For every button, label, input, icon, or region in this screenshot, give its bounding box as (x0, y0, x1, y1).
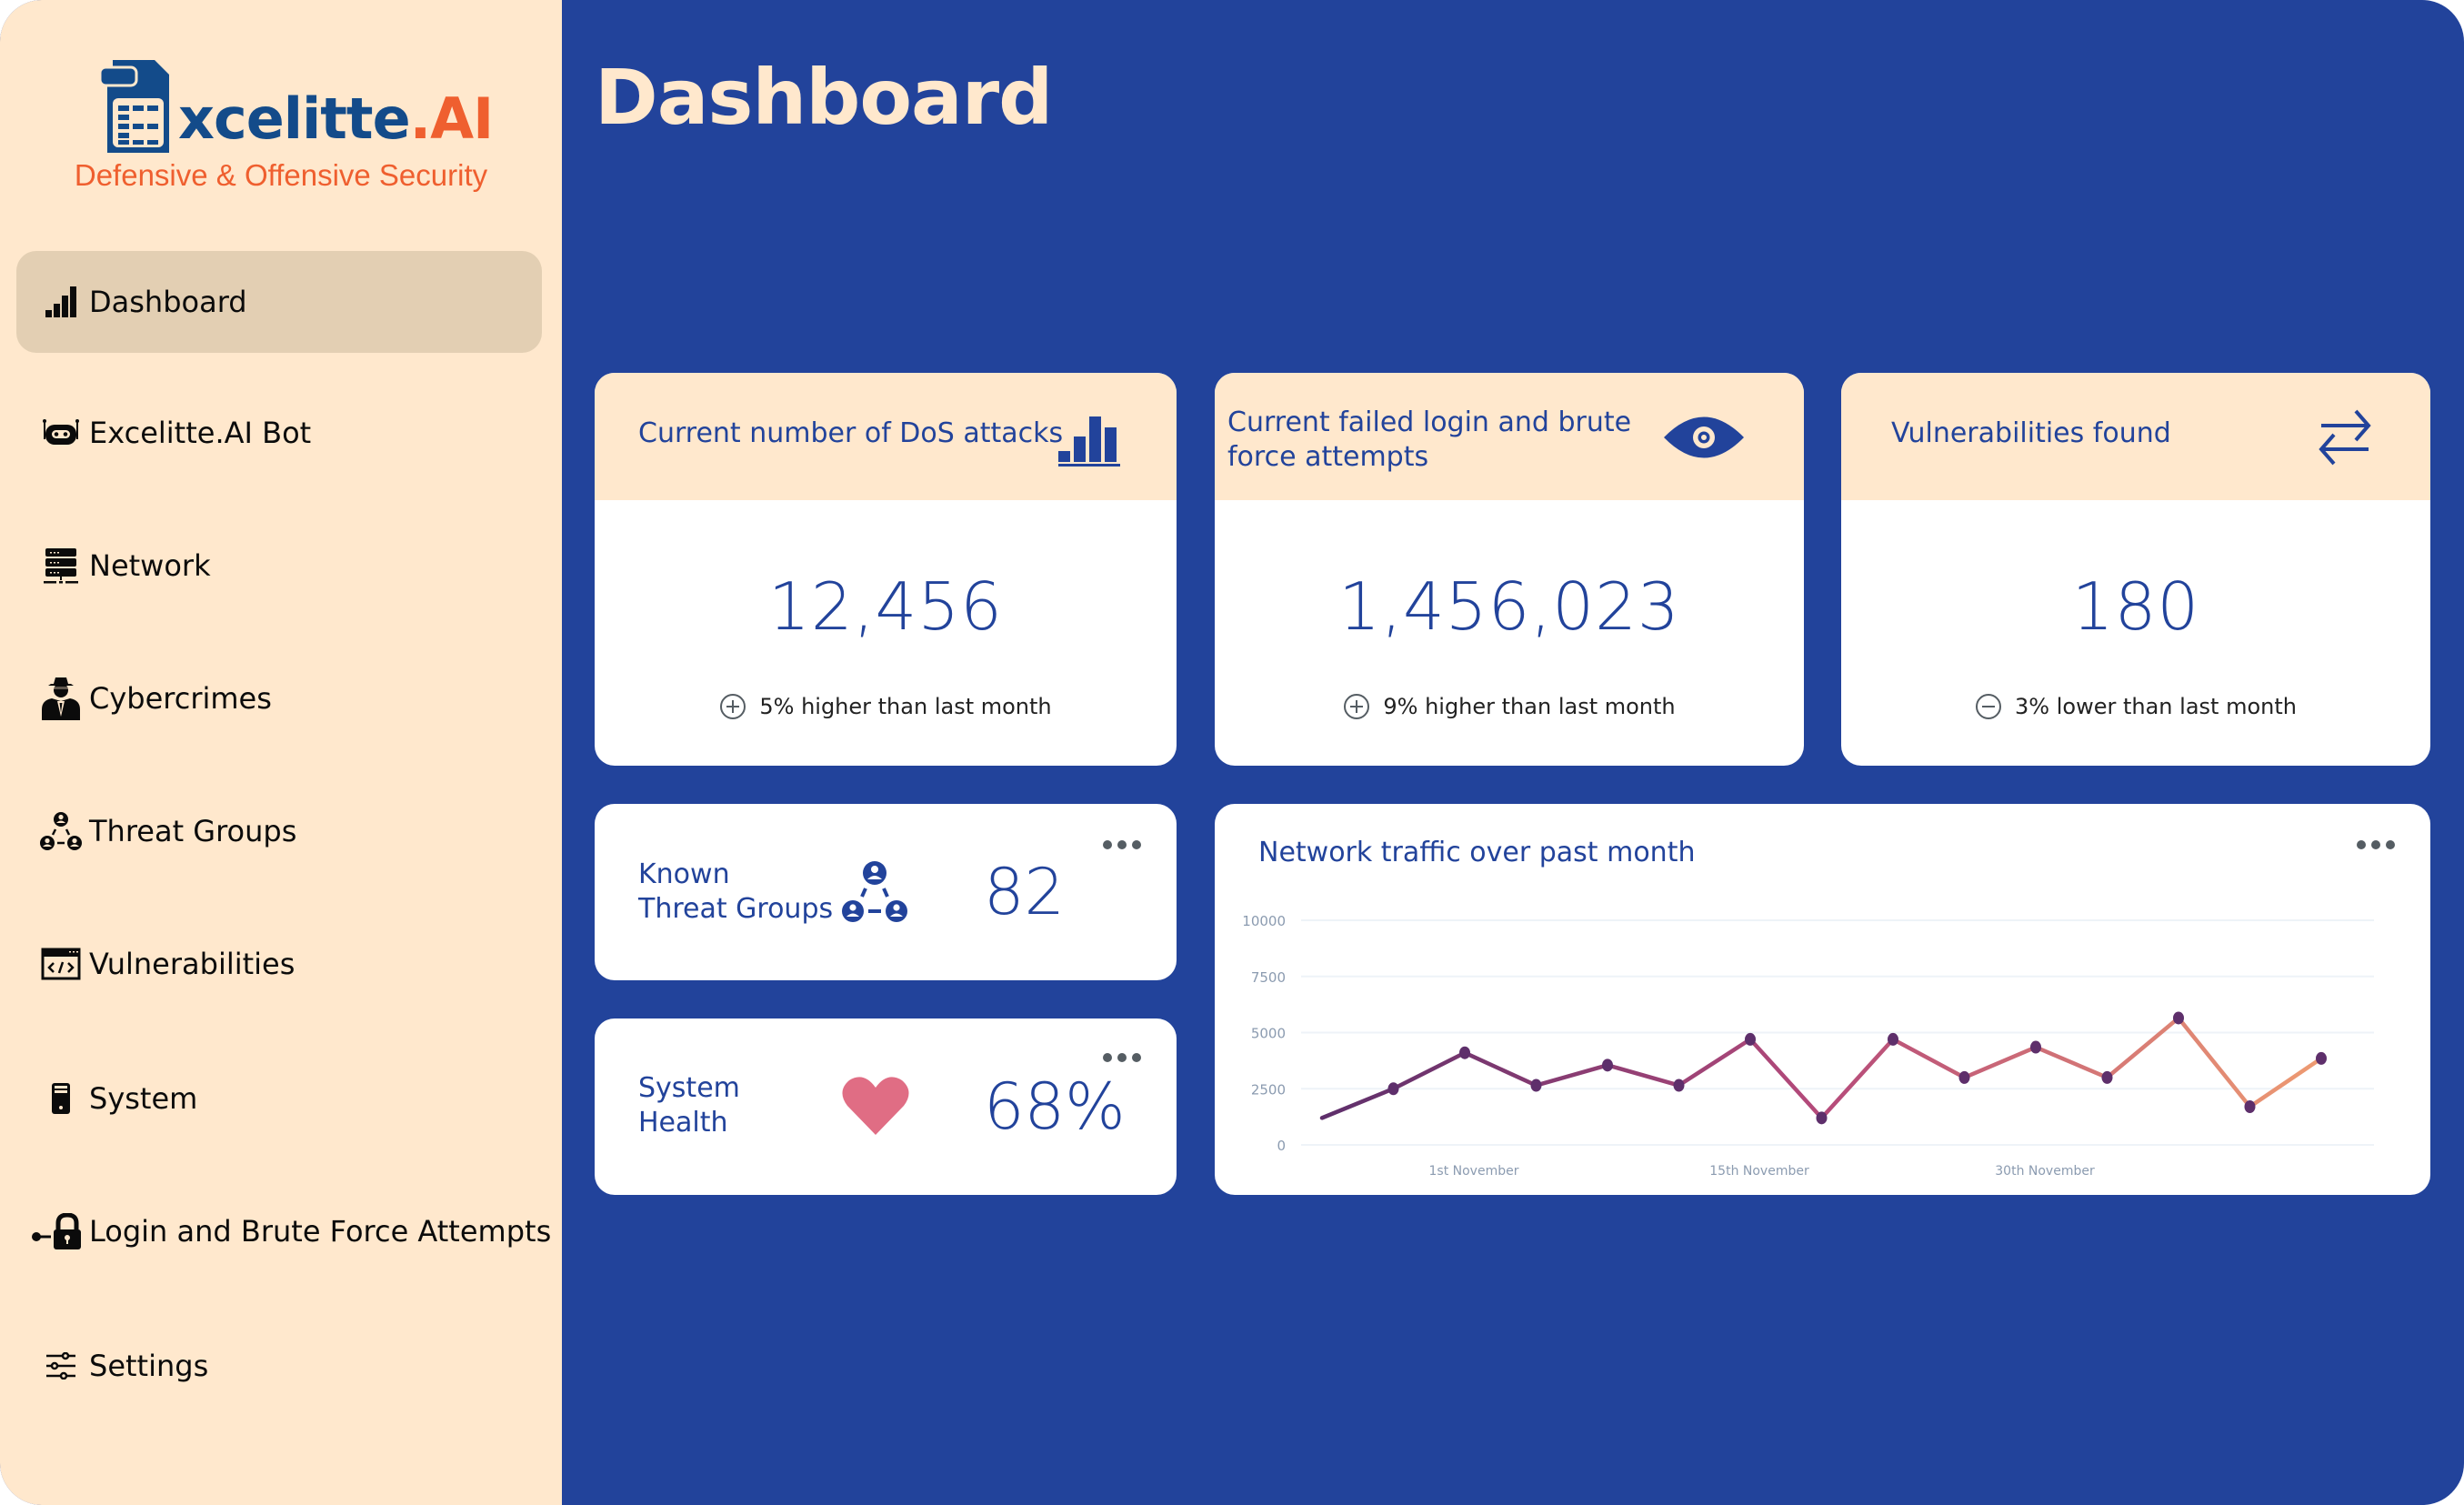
data-point[interactable] (1387, 1082, 1399, 1096)
sidebar-item-label: Login and Brute Force Attempts (89, 1214, 552, 1249)
plus-circle-icon (1344, 694, 1370, 719)
data-point[interactable] (2101, 1070, 2113, 1084)
data-point[interactable] (1530, 1079, 1542, 1092)
system-health-value: 68% (984, 1069, 1126, 1144)
data-point[interactable] (1888, 1032, 1898, 1046)
brand-name: xcelitte.AI (178, 85, 495, 152)
y-tick-label: 2500 (1251, 1081, 1286, 1098)
brand-tagline: Defensive & Offensive Security (74, 158, 488, 192)
sidebar-item-dashboard[interactable]: Dashboard (16, 251, 542, 353)
hacker-icon (36, 674, 85, 723)
sidebar-item-system[interactable]: System (16, 1048, 542, 1149)
system-health-label-line1: System (638, 1072, 740, 1104)
page-title: Dashboard (595, 53, 1053, 142)
sidebar-item-login-brute-force[interactable]: Login and Brute Force Attempts (16, 1180, 551, 1282)
sidebar-item-label: Threat Groups (89, 814, 297, 848)
delta-text: 3% lower than last month (2015, 694, 2297, 719)
threat-groups-label: Known Threat Groups (638, 858, 833, 927)
brand-name-main: xcelitte (178, 85, 411, 152)
stat-card-failed-logins: Current failed login and brute force att… (1215, 373, 1804, 766)
brand-name-suffix: .AI (409, 85, 495, 152)
x-tick-label: 15th November (1709, 1164, 1809, 1179)
x-tick-label: 1st November (1429, 1164, 1519, 1179)
sidebar-item-label: Settings (89, 1349, 209, 1383)
delta-indicator: 3% lower than last month (1841, 693, 2430, 720)
swap-arrows-icon (2319, 409, 2371, 466)
card-title-line1: Current failed login and brute (1227, 406, 1632, 438)
code-window-icon (36, 939, 85, 988)
more-options-icon[interactable] (1102, 838, 1142, 851)
sidebar-item-label: Vulnerabilities (89, 947, 295, 981)
group-network-icon (842, 861, 907, 922)
data-point[interactable] (1958, 1070, 1970, 1084)
data-point[interactable] (2030, 1040, 2041, 1054)
data-point[interactable] (1745, 1032, 1756, 1046)
x-tick-label: 30th November (1995, 1164, 2095, 1179)
y-tick-label: 5000 (1251, 1026, 1286, 1042)
data-point[interactable] (1602, 1059, 1613, 1072)
group-network-icon (36, 807, 85, 856)
computer-tower-icon (36, 1074, 85, 1123)
server-network-icon (36, 541, 85, 590)
sidebar-item-vulnerabilities[interactable]: Vulnerabilities (16, 913, 542, 1015)
spreadsheet-logo-icon (100, 60, 169, 153)
data-point[interactable] (2173, 1011, 2184, 1025)
bar-chart-icon (1058, 416, 1120, 467)
vulnerabilities-value: 180 (2071, 568, 2200, 645)
threat-groups-card: Known Threat Groups 82 (595, 804, 1177, 980)
y-tick-label: 0 (1277, 1138, 1286, 1154)
delta-text: 5% higher than last month (759, 694, 1052, 719)
sidebar: xcelitte.AI Defensive & Offensive Securi… (0, 0, 562, 1505)
data-point[interactable] (2244, 1100, 2256, 1114)
network-traffic-card: Network traffic over past month 0 2500 500… (1215, 804, 2430, 1195)
threat-groups-label-line2: Threat Groups (638, 893, 834, 925)
sidebar-item-label: System (89, 1081, 198, 1116)
sidebar-item-label: Network (89, 548, 211, 583)
app-window: xcelitte.AI Defensive & Offensive Securi… (0, 0, 2464, 1505)
eye-icon (1664, 416, 1744, 458)
y-tick-label: 7500 (1251, 969, 1286, 986)
sidebar-item-settings[interactable]: Settings (16, 1315, 542, 1417)
threat-groups-value: 82 (984, 855, 1066, 929)
system-health-label: System Health (638, 1071, 740, 1140)
card-title-line2: force attempts (1227, 441, 1429, 473)
heart-icon (842, 1077, 909, 1135)
system-health-label-line2: Health (638, 1107, 728, 1139)
delta-indicator: 5% higher than last month (595, 693, 1177, 720)
bar-chart-icon (36, 277, 85, 326)
system-health-card: System Health 68% (595, 1018, 1177, 1195)
data-point[interactable] (1673, 1079, 1685, 1092)
sidebar-item-label: Dashboard (89, 285, 247, 319)
delta-indicator: 9% higher than last month (1215, 693, 1804, 720)
card-title: Current number of DoS attacks (638, 417, 1064, 449)
sidebar-item-label: Cybercrimes (89, 681, 272, 716)
stat-card-dos-attacks: Current number of DoS attacks 12,456 5% … (595, 373, 1177, 766)
y-tick-label: 10000 (1242, 913, 1286, 929)
sidebar-item-bot[interactable]: Excelitte.AI Bot (16, 382, 542, 484)
minus-circle-icon (1976, 694, 2002, 719)
delta-text: 9% higher than last month (1383, 694, 1676, 719)
failed-logins-value: 1,456,023 (1338, 568, 1680, 645)
threat-groups-label-line1: Known (638, 858, 730, 890)
sidebar-item-cybercrimes[interactable]: Cybercrimes (16, 647, 542, 749)
card-title: Vulnerabilities found (1891, 417, 2171, 449)
brand-logo[interactable]: xcelitte.AI (100, 58, 494, 158)
sidebar-item-threat-groups[interactable]: Threat Groups (16, 780, 542, 882)
key-lock-icon (24, 1207, 89, 1256)
more-options-icon[interactable] (1102, 1051, 1142, 1064)
line-chart: 0 2500 5000 7500 10000 1st November 15th Nove… (1242, 913, 2374, 1179)
data-point[interactable] (2316, 1051, 2327, 1065)
sidebar-item-label: Excelitte.AI Bot (89, 416, 312, 450)
data-point[interactable] (1459, 1046, 1470, 1059)
sliders-icon (36, 1341, 85, 1390)
robot-icon (36, 408, 85, 457)
dos-attacks-value: 12,456 (768, 568, 1003, 645)
stat-card-vulnerabilities: Vulnerabilities found 180 3% lower than … (1841, 373, 2430, 766)
data-point[interactable] (1816, 1111, 1828, 1125)
sidebar-item-network[interactable]: Network (16, 515, 542, 617)
card-title: Current failed login and brute force att… (1227, 406, 1631, 475)
plus-circle-icon (720, 694, 746, 719)
